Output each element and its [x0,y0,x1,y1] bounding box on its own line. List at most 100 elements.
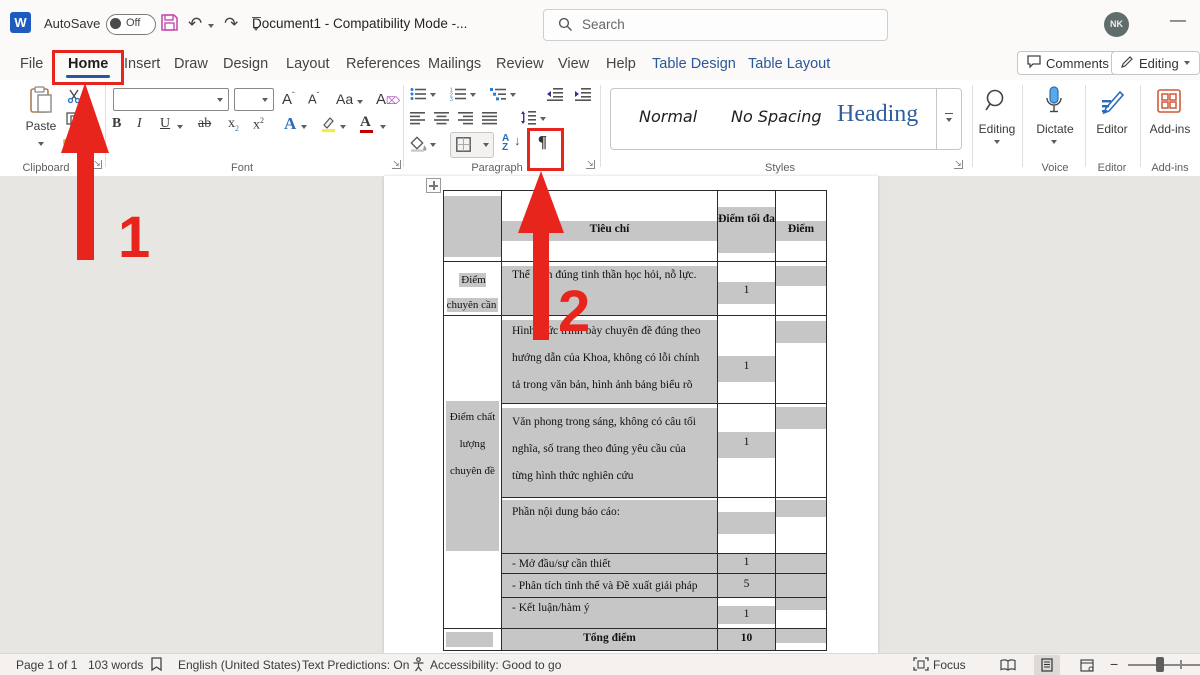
table-cell[interactable] [718,498,776,554]
table-cell[interactable] [776,629,826,650]
bullets-chevron-icon[interactable] [430,93,436,97]
show-formatting-marks-button[interactable]: ¶ [531,132,554,160]
undo-button[interactable]: ↶ [188,14,202,34]
table-cell[interactable]: 5 [718,574,776,598]
table-cell[interactable] [776,404,826,498]
line-spacing-button[interactable] [520,110,536,130]
undo-chevron-icon[interactable] [208,24,214,28]
editor-button[interactable]: Editor [1087,122,1137,136]
add-ins-icon[interactable] [1156,88,1182,119]
table-cell[interactable]: Điểm [776,191,826,262]
borders-button[interactable] [450,132,494,158]
page-indicator[interactable]: Page 1 of 1 [16,658,77,672]
table-cell[interactable]: - Kết luận/hàm ý [502,598,718,629]
table-cell[interactable]: - Phân tích tình thế và Đề xuất giải phá… [502,574,718,598]
table-cell[interactable]: 1 [718,262,776,316]
table-cell[interactable] [776,554,826,574]
copy-button[interactable] [66,112,81,133]
table-cell[interactable]: Văn phong trong sáng, không có câu tối n… [502,404,718,498]
account-avatar[interactable]: NK [1104,12,1129,37]
numbering-chevron-icon[interactable] [470,93,476,97]
table-cell[interactable]: 1 [718,598,776,629]
decrease-indent-button[interactable] [546,87,564,106]
align-left-button[interactable] [410,112,425,130]
word-count[interactable]: 103 words [88,658,143,672]
change-case-button[interactable]: Aa [336,91,363,107]
table-cell[interactable] [776,574,826,598]
tab-table-design[interactable]: Table Design [652,56,736,72]
font-name-combobox[interactable] [113,88,229,111]
multilevel-chevron-icon[interactable] [510,93,516,97]
focus-button[interactable]: Focus [933,658,966,672]
tab-references[interactable]: References [346,56,420,72]
save-icon[interactable] [160,13,179,37]
increase-indent-button[interactable] [574,87,592,106]
editor-icon[interactable] [1098,88,1126,121]
text-effects-button[interactable]: A [284,114,296,134]
align-right-button[interactable] [458,112,473,130]
style-no-spacing[interactable]: No Spacing [731,107,822,126]
table-move-handle[interactable] [426,178,441,193]
grow-font-button[interactable]: Aˆ [282,91,295,108]
minimize-button[interactable]: — [1166,10,1190,34]
bold-button[interactable]: B [112,116,121,132]
tab-layout[interactable]: Layout [286,56,330,72]
editing-mode-button[interactable]: Editing [1111,51,1200,75]
table-cell[interactable]: Hình thức trình bày chuyên đề đúng theo … [502,316,718,404]
shading-chevron-icon[interactable] [430,143,436,147]
line-spacing-chevron-icon[interactable] [540,117,546,121]
grading-table[interactable]: Tiêu chí Điểm tối đa Điểm Điểm chuyên cầ… [443,190,827,651]
comments-button[interactable]: Comments [1017,51,1119,75]
tab-mailings[interactable]: Mailings [428,56,481,72]
clear-formatting-button[interactable]: A⌦ [376,91,400,108]
table-cell[interactable]: Tổng điểm [502,629,718,650]
style-heading[interactable]: Heading [837,101,918,128]
read-mode-button[interactable] [995,655,1021,675]
table-cell[interactable]: Phần nội dung báo cáo: [502,498,718,554]
redo-button[interactable]: ↷ [224,14,238,34]
dictate-button[interactable]: Dictate [1027,122,1083,136]
clipboard-dialog-launcher[interactable]: ↘ [93,160,102,169]
italic-button[interactable]: I [137,116,142,132]
font-color-chevron-icon[interactable] [380,125,386,129]
underline-chevron-icon[interactable] [177,125,183,129]
strikethrough-button[interactable]: ab [198,116,211,132]
table-cell[interactable] [444,629,502,650]
table-cell[interactable] [776,598,826,629]
accessibility-status[interactable]: Accessibility: Good to go [430,658,561,672]
justify-button[interactable] [482,112,497,130]
tab-view[interactable]: View [558,56,589,72]
styles-more-button[interactable] [936,89,961,149]
language-indicator[interactable]: English (United States) [178,658,301,672]
highlight-color-button[interactable] [320,116,337,138]
highlight-chevron-icon[interactable] [340,125,346,129]
add-ins-button[interactable]: Add-ins [1145,122,1195,136]
table-cell[interactable]: 1 [718,316,776,404]
web-layout-button[interactable] [1074,655,1100,675]
table-cell[interactable]: Điểm tối đa [718,191,776,262]
paste-button[interactable]: Paste [18,86,64,151]
zoom-slider-track[interactable] [1128,664,1200,666]
tab-help[interactable]: Help [606,56,636,72]
shrink-font-button[interactable]: Aˇ [308,91,319,106]
style-normal[interactable]: Normal [639,107,697,126]
tab-draw[interactable]: Draw [174,56,208,72]
table-cell[interactable] [444,191,502,262]
search-input[interactable]: Search [543,9,888,41]
tab-home[interactable]: Home [68,56,108,72]
font-dialog-launcher[interactable]: ↘ [392,160,401,169]
print-layout-button[interactable] [1034,655,1060,675]
paragraph-dialog-launcher[interactable]: ↘ [586,160,595,169]
align-center-button[interactable] [434,112,449,130]
dictate-icon[interactable] [1044,86,1064,123]
table-cell[interactable]: 1 [718,554,776,574]
font-size-combobox[interactable] [234,88,274,111]
bullets-button[interactable] [410,87,427,106]
tab-file[interactable]: File [20,56,43,72]
editing-group-button[interactable]: Editing [972,122,1022,136]
table-cell[interactable]: Điểm chuyên cần [444,262,502,316]
zoom-out-button[interactable]: − [1110,656,1118,672]
font-color-button[interactable]: A [360,114,371,131]
table-cell[interactable]: Tiêu chí [502,191,718,262]
table-cell[interactable]: Điểm chất lượng chuyên đề [444,316,502,629]
